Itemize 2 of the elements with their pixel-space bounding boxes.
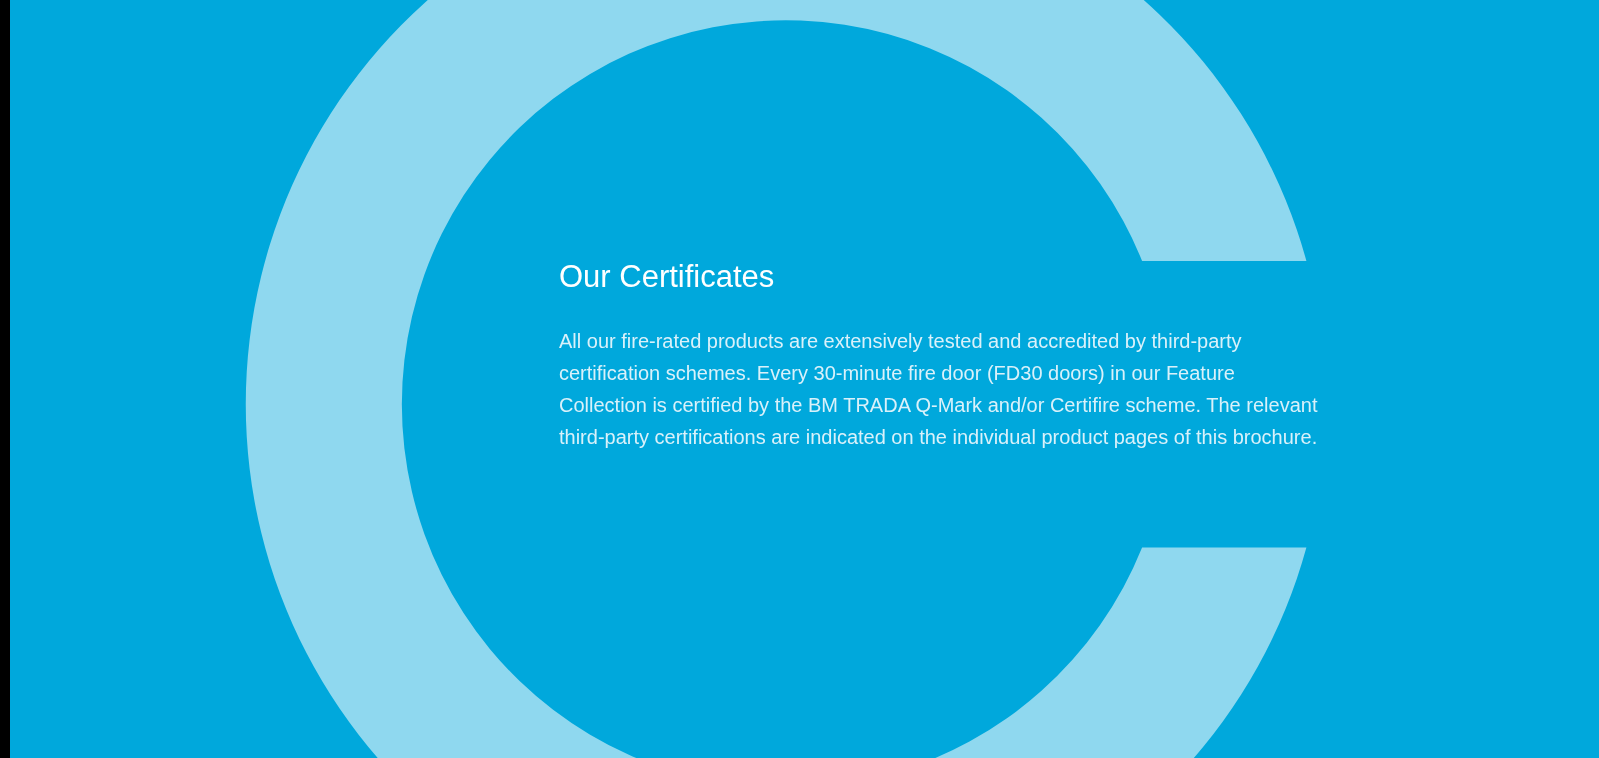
heading: Our Certificates — [559, 258, 776, 296]
body-paragraph: All our fire-rated products are extensively tested and accredited by third-party certification schemes. Every 30-minute fire door (FD30 doors) in our Feature Collection is certified by the BM TRADA Q-Mark and/or Certifire scheme. The relevant third-party certifications are indicated on the individual product pages of this brochure. — [559, 329, 1319, 451]
